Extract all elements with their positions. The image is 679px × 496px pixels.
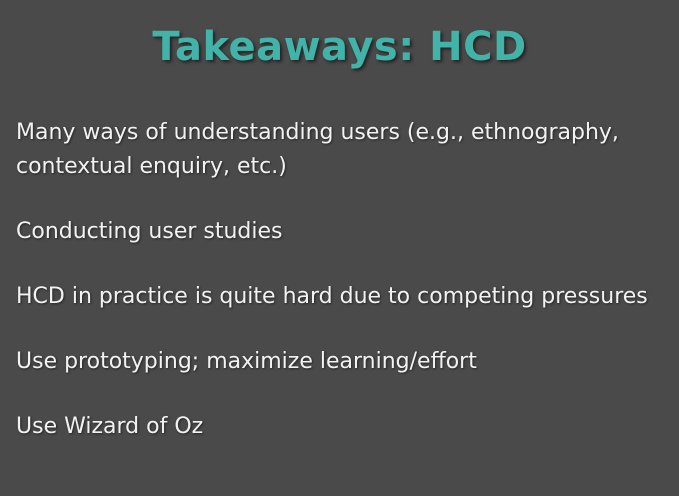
bullet-item: Many ways of understanding users (e.g., … [16,120,619,179]
slide-title: Takeaways: HCD [152,24,527,70]
bullet-item: Use prototyping; maximize learning/effor… [16,349,477,374]
slide: Takeaways: HCD Many ways of understandin… [0,0,679,496]
bullet-list: Many ways of understanding users (e.g., … [16,116,666,444]
bullet-item: Use Wizard of Oz [16,414,204,439]
bullet-item: Conducting user studies [16,219,283,244]
bullet-item: HCD in practice is quite hard due to com… [16,284,648,309]
